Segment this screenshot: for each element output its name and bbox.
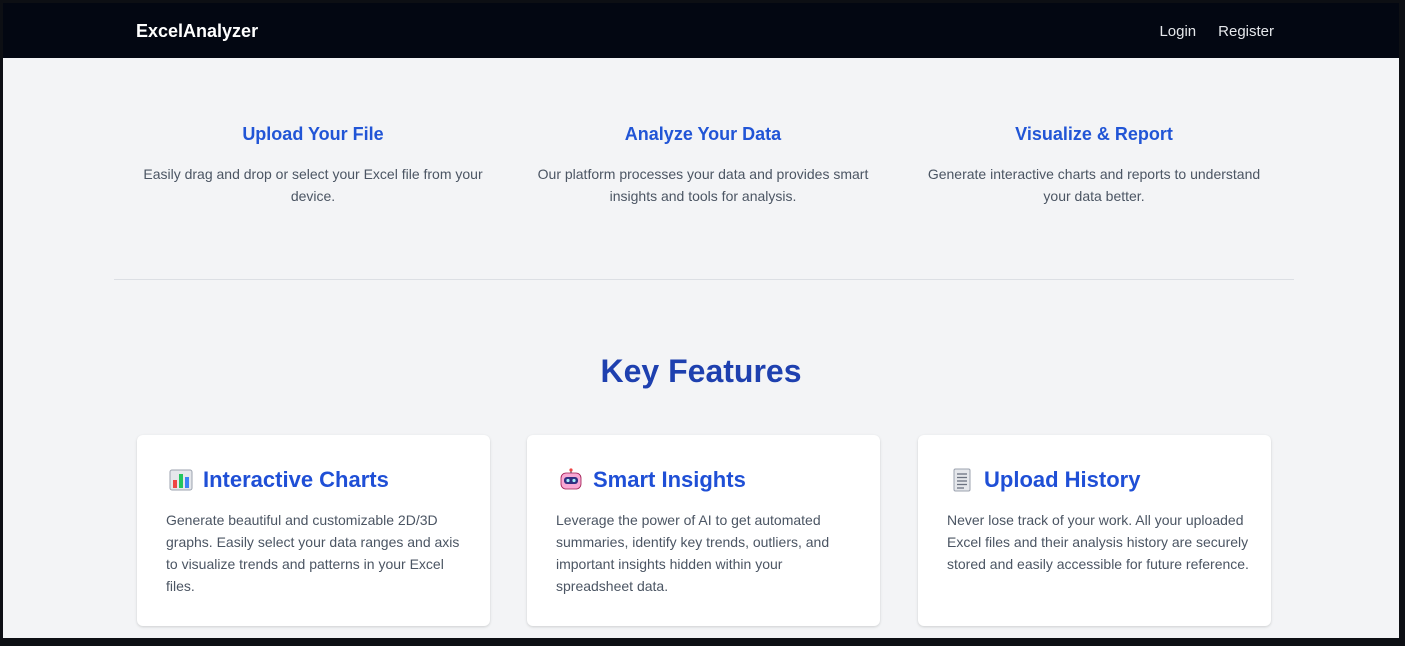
key-features-heading: Key Features xyxy=(600,353,802,389)
card-description: Leverage the power of AI to get automate… xyxy=(556,512,830,594)
login-link[interactable]: Login xyxy=(1159,3,1196,58)
card-description: Never lose track of your work. All your … xyxy=(947,512,1249,572)
step-title: Analyze Your Data xyxy=(624,124,782,144)
register-link[interactable]: Register xyxy=(1218,3,1274,58)
card-title: Smart Insights xyxy=(593,467,746,492)
card-title: Interactive Charts xyxy=(203,467,389,492)
bar-chart-icon xyxy=(169,468,193,492)
card-title: Upload History xyxy=(984,467,1141,492)
step-description: Easily drag and drop or select your Exce… xyxy=(143,166,483,204)
feature-card-upload-history: Upload History Never lose track of your … xyxy=(918,435,1271,626)
step-description: Generate interactive charts and reports … xyxy=(927,166,1261,204)
brand-logo[interactable]: ExcelAnalyzer xyxy=(136,3,258,58)
document-icon xyxy=(950,468,974,492)
step-title: Visualize & Report xyxy=(1015,124,1173,144)
step-title: Upload Your File xyxy=(242,124,384,144)
feature-card-smart-insights: Smart Insights Leverage the power of AI … xyxy=(527,435,880,626)
section-divider xyxy=(114,279,1294,280)
step-description: Our platform processes your data and pro… xyxy=(537,166,869,204)
nav-links: Login Register xyxy=(1159,3,1274,58)
navbar: ExcelAnalyzer Login Register xyxy=(3,3,1399,58)
feature-card-interactive-charts: Interactive Charts Generate beautiful an… xyxy=(137,435,490,626)
card-description: Generate beautiful and customizable 2D/3… xyxy=(166,512,460,594)
robot-icon xyxy=(559,468,583,492)
page: ExcelAnalyzer Login Register 1 Upload Yo… xyxy=(3,3,1399,638)
